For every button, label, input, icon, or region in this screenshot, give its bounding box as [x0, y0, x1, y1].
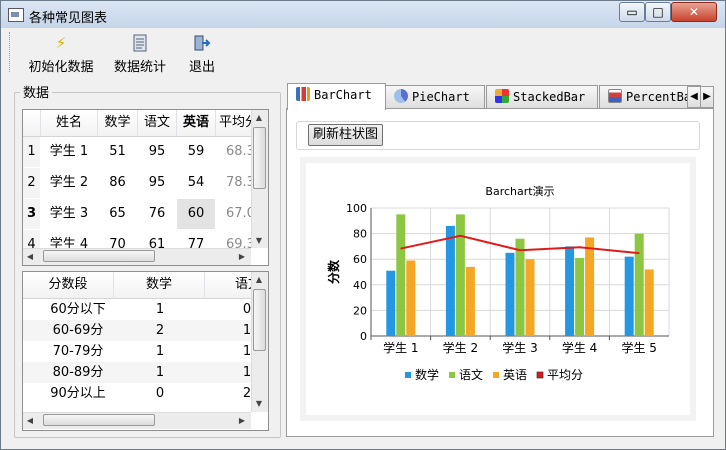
column-header[interactable]: 数学 [98, 110, 138, 137]
table-cell[interactable]: 70-79分 [23, 341, 133, 362]
tab-scroll-left-icon[interactable]: ◀ [687, 86, 701, 108]
toolbar: ⚡ 初始化数据 数据统计 退出 [0, 28, 724, 80]
notepad-icon [131, 34, 149, 52]
table-cell[interactable]: 1 [135, 341, 185, 362]
table-cell[interactable]: 95 [138, 137, 176, 167]
exit-button[interactable]: 退出 [182, 32, 222, 76]
column-header[interactable]: 语文 [138, 110, 177, 137]
window-title: 各种常见图表 [29, 11, 108, 26]
scrollbar-thumb[interactable] [43, 414, 155, 426]
data-group-title: 数据 [20, 82, 53, 101]
bar-chart-icon [296, 87, 310, 101]
percent-bar-icon [608, 89, 622, 103]
table-cell[interactable]: 学生 1 [41, 137, 97, 167]
column-header[interactable]: 姓名 [41, 110, 98, 137]
row-header[interactable]: 2 [23, 168, 40, 198]
scroll-left-icon[interactable]: ◀ [25, 252, 35, 261]
column-header[interactable]: 数学 [114, 272, 205, 299]
scroll-left-icon[interactable]: ◀ [25, 416, 35, 425]
tab-scroll-right-icon[interactable]: ▶ [700, 86, 714, 108]
statistics-button[interactable]: 数据统计 [110, 32, 170, 76]
table-cell[interactable]: 0 [135, 383, 185, 404]
table-cell[interactable]: 学生 3 [41, 199, 97, 229]
table-cell[interactable]: 1 [135, 299, 185, 320]
tab-label: StackedBar [513, 90, 586, 104]
tab-stackedbar[interactable]: StackedBar [486, 85, 598, 108]
table-cell[interactable]: 学生 2 [41, 168, 97, 198]
init-data-button[interactable]: ⚡ 初始化数据 [26, 32, 96, 76]
table-cell[interactable]: 65 [98, 199, 137, 229]
table-cell[interactable]: 59 [177, 137, 215, 167]
row-header[interactable]: 3 [23, 199, 40, 229]
table-cell[interactable]: 80-89分 [23, 362, 133, 383]
tab-barchart[interactable]: BarChart [287, 83, 386, 110]
column-header[interactable]: 分数段 [23, 272, 114, 299]
maximize-button[interactable]: □ [645, 2, 671, 22]
tab-label: BarChart [314, 88, 372, 102]
scroll-down-icon[interactable]: ▼ [251, 236, 267, 245]
close-button[interactable]: ✕ [671, 2, 717, 22]
table-cell[interactable]: 51 [98, 137, 137, 167]
stats-table[interactable]: 分数段 数学 语文 60分以下 1 0 60-69分 2 1 70-79分 1 … [22, 271, 269, 431]
current-cell[interactable]: 60 [177, 199, 215, 229]
column-header[interactable]: 英语 [177, 110, 216, 137]
scroll-right-icon[interactable]: ▶ [237, 252, 247, 261]
scroll-up-icon[interactable]: ▲ [251, 113, 267, 122]
chart-view [306, 163, 690, 415]
table-cell[interactable]: 1 [135, 362, 185, 383]
title-bar: 各种常见图表 ▭ □ ✕ [1, 1, 725, 28]
row-header[interactable]: 1 [23, 137, 40, 167]
refresh-barchart-button[interactable]: 刷新柱状图 [308, 124, 383, 146]
table-cell[interactable]: 60分以下 [23, 299, 133, 320]
table-cell[interactable]: 95 [138, 168, 176, 198]
scrollbar-thumb[interactable] [253, 127, 266, 189]
stacked-bar-icon [495, 89, 509, 103]
table-cell[interactable]: 90分以上 [23, 383, 133, 404]
corner-button[interactable] [23, 110, 41, 137]
app-icon [8, 8, 24, 22]
score-table[interactable]: 姓名 数学 语文 英语 平均分 1 学生 1 51 95 59 68.3 2 学… [22, 109, 269, 266]
table-cell[interactable]: 2 [135, 320, 185, 341]
pie-chart-icon [394, 89, 408, 103]
statistics-label: 数据统计 [113, 60, 166, 75]
exit-label: 退出 [188, 60, 215, 75]
toolbar-grip[interactable] [9, 32, 13, 72]
table-cell[interactable]: 86 [98, 168, 137, 198]
lightning-icon: ⚡ [55, 34, 67, 52]
scroll-up-icon[interactable]: ▲ [251, 275, 267, 284]
scrollbar-thumb[interactable] [43, 250, 155, 262]
table-cell[interactable]: 54 [177, 168, 215, 198]
table-cell[interactable]: 60-69分 [23, 320, 133, 341]
scrollbar-thumb[interactable] [253, 289, 266, 351]
table-cell[interactable]: 76 [138, 199, 176, 229]
minimize-button[interactable]: ▭ [619, 2, 645, 22]
exit-door-icon [193, 34, 211, 52]
tab-piechart[interactable]: PieChart [385, 85, 485, 108]
scroll-down-icon[interactable]: ▼ [251, 399, 267, 408]
scroll-right-icon[interactable]: ▶ [237, 416, 247, 425]
tab-label: PieChart [412, 90, 470, 104]
tab-percentbar[interactable]: PercentBar [599, 85, 701, 108]
init-data-label: 初始化数据 [28, 60, 94, 75]
